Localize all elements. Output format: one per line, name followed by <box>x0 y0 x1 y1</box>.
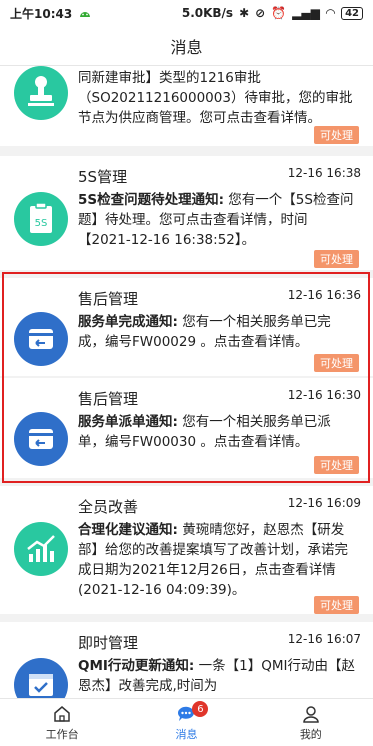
message-card[interactable]: 同新建审批】类型的1216审批（SO20211216000003）待审批，您的审… <box>0 66 373 146</box>
message-text: 服务单完成通知: 您有一个相关服务单已完成，编号FW00029 。点击查看详情。 <box>78 314 331 350</box>
message-time: 12-16 16:30 <box>287 388 361 402</box>
service-return-icon <box>14 412 68 466</box>
message-title: 即时管理 <box>78 634 139 652</box>
message-title: 售后管理 <box>78 290 139 308</box>
message-time: 12-16 16:38 <box>287 166 361 180</box>
message-title: 5S管理 <box>78 168 128 186</box>
network-speed: 5.0KB/s <box>181 6 234 20</box>
tab-profile[interactable]: 我的 <box>249 699 373 746</box>
home-icon <box>54 705 70 722</box>
status-time: 上午10:43 <box>10 6 73 21</box>
page-title: 消息 <box>0 26 373 66</box>
message-text: 服务单派单通知: 您有一个相关服务单已派单，编号FW00030 。点击查看详情。 <box>78 414 331 450</box>
unread-count-badge: 6 <box>192 701 209 717</box>
status-badge[interactable]: 可处理 <box>314 596 359 614</box>
svg-text:5S: 5S <box>35 218 48 229</box>
message-time: 12-16 16:09 <box>287 496 361 510</box>
mute-icon: ⊘ <box>255 6 266 20</box>
status-badge[interactable]: 可处理 <box>314 354 359 372</box>
status-bar: 上午10:43 5.0KB/s ✱ ⊘ ⏰ ▂▄▆ ◠ 42 <box>0 0 373 26</box>
status-badge[interactable]: 可处理 <box>314 126 359 144</box>
message-time: 12-16 16:36 <box>287 288 361 302</box>
message-card[interactable]: 5S管理 12-16 16:38 5S 5S检查问题待处理通知: 您有一个【5S… <box>0 156 373 270</box>
clipboard-5s-icon: 5S <box>14 192 68 246</box>
message-time: 12-16 16:07 <box>287 632 361 646</box>
bluetooth-icon: ✱ <box>239 6 250 20</box>
message-card[interactable]: 售后管理 12-16 16:30 服务单派单通知: 您有一个相关服务单已派单，编… <box>0 378 373 478</box>
bottom-tab-bar: 工作台 消息 6 我的 <box>0 698 373 746</box>
message-title: 售后管理 <box>78 390 139 408</box>
battery-icon: 42 <box>341 6 363 20</box>
wifi-icon: ◠ <box>325 6 336 20</box>
alarm-icon: ⏰ <box>271 6 287 20</box>
calendar-check-icon <box>14 658 68 698</box>
message-list[interactable]: 同新建审批】类型的1216审批（SO20211216000003）待审批，您的审… <box>0 66 373 698</box>
tab-workbench[interactable]: 工作台 <box>0 699 124 746</box>
message-text: 5S检查问题待处理通知: 您有一个【5S检查问题】待处理。您可点击查看详情，时间… <box>78 192 354 248</box>
message-text: 合理化建议通知: 黄琬晴您好，赵恩杰【研发部】给您的改善提案填写了改善计划，承诺… <box>78 522 348 598</box>
android-icon <box>78 7 92 19</box>
growth-chart-icon <box>14 522 68 576</box>
approval-stamp-icon <box>14 66 68 120</box>
signal-icon: ▂▄▆ <box>292 6 320 20</box>
message-card[interactable]: 即时管理 12-16 16:07 QMI行动更新通知: 一条【1】QMI行动由【… <box>0 622 373 698</box>
user-icon <box>303 705 319 723</box>
service-return-icon <box>14 312 68 366</box>
status-badge[interactable]: 可处理 <box>314 456 359 474</box>
message-text: 同新建审批】类型的1216审批（SO20211216000003）待审批，您的审… <box>78 70 353 126</box>
message-card[interactable]: 售后管理 12-16 16:36 服务单完成通知: 您有一个相关服务单已完成，编… <box>0 278 373 376</box>
message-text: QMI行动更新通知: 一条【1】QMI行动由【赵恩杰】改善完成,时间为 <box>78 658 355 694</box>
tab-messages[interactable]: 消息 6 <box>124 699 248 746</box>
message-card[interactable]: 全员改善 12-16 16:09 合理化建议通知: 黄琬晴您好，赵恩杰【研发部】… <box>0 486 373 614</box>
status-badge[interactable]: 可处理 <box>314 250 359 268</box>
message-title: 全员改善 <box>78 498 139 516</box>
